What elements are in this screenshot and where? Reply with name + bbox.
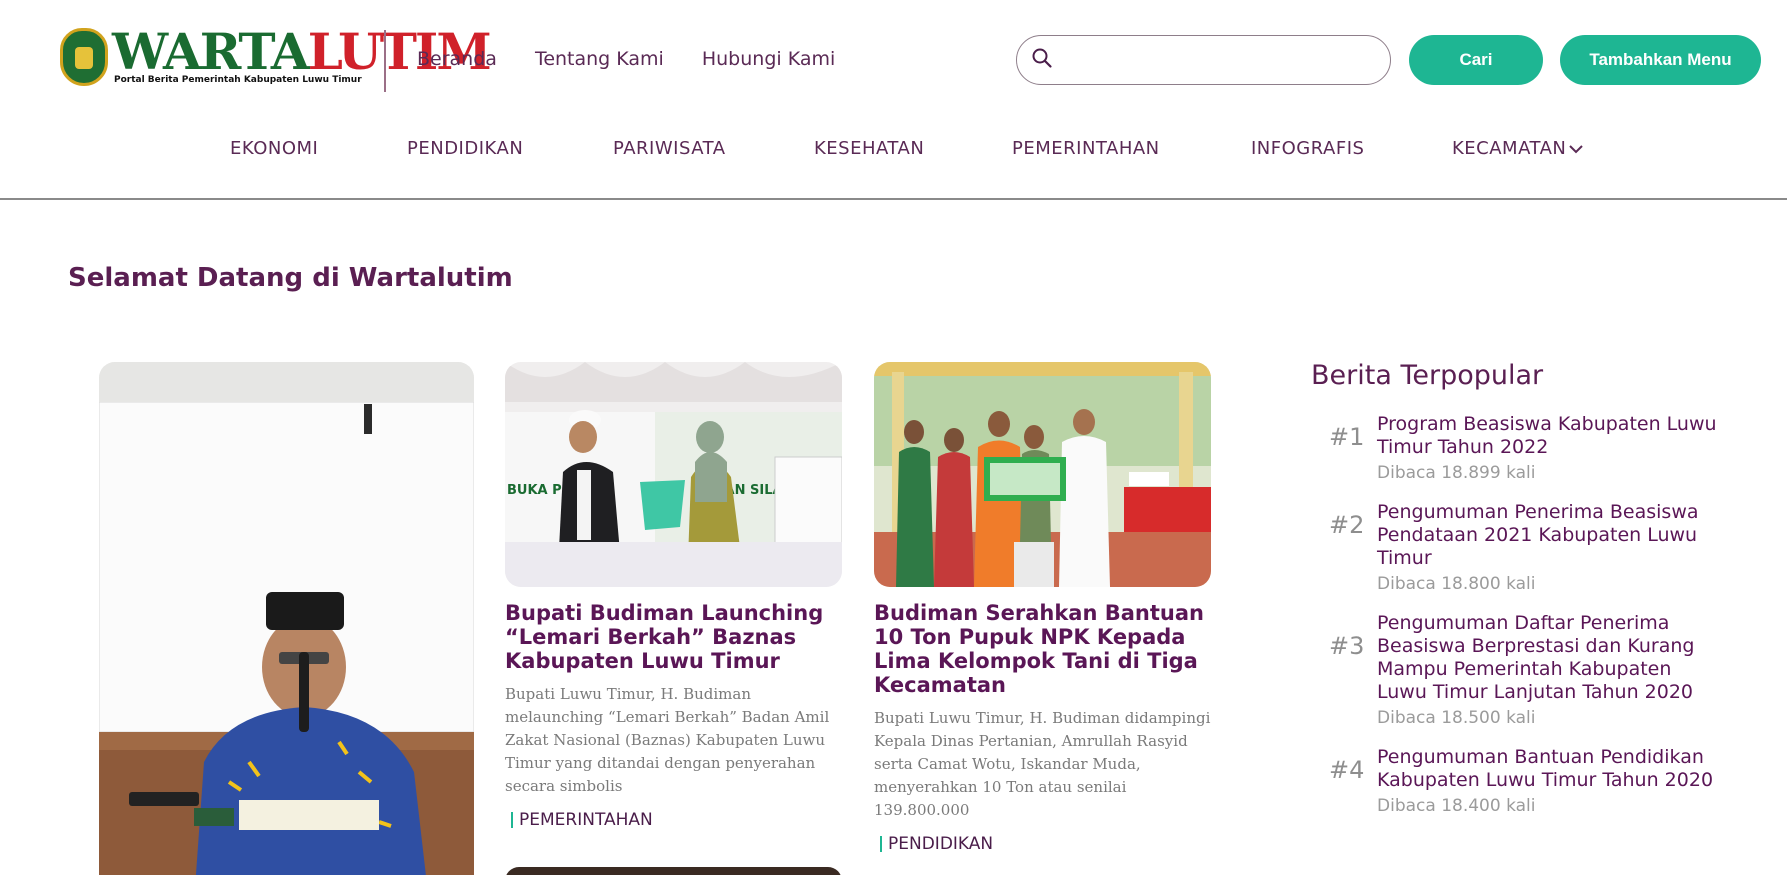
category-marker: [880, 836, 882, 852]
search-button[interactable]: Cari: [1409, 35, 1543, 85]
category-pemerintahan[interactable]: PEMERINTAHAN: [1012, 138, 1160, 159]
search-box: [1016, 35, 1391, 85]
category-label: PENDIDIKAN: [407, 138, 524, 159]
category-ekonomi[interactable]: EKONOMI: [230, 138, 318, 159]
article-excerpt: Bupati Luwu Timur, H. Budiman melaunchin…: [505, 685, 830, 795]
article-title[interactable]: Budiman Serahkan Bantuan 10 Ton Pupuk NP…: [874, 601, 1211, 697]
popular-rank: #3: [1329, 632, 1365, 660]
article-category-tag[interactable]: PEMERINTAHAN: [505, 810, 842, 830]
popular-item[interactable]: #2 Pengumuman Penerima Beasiswa Pendataa…: [1311, 501, 1721, 594]
popular-read-count: Dibaca 18.800 kali: [1377, 574, 1536, 594]
article-image[interactable]: BUKA PU CAN SILAT: [505, 362, 842, 587]
popular-rank: #4: [1329, 756, 1365, 784]
top-navigation: Beranda Tentang Kami Hubungi Kami: [417, 48, 835, 70]
search-icon: [1031, 47, 1053, 73]
category-label: KECAMATAN: [1452, 138, 1567, 159]
article-title[interactable]: Bupati Budiman Launching “Lemari Berkah”…: [505, 601, 842, 673]
category-pendidikan[interactable]: PENDIDIKAN: [407, 138, 523, 159]
category-label: EKONOMI: [230, 138, 319, 159]
article-category-label: PENDIDIKAN: [888, 834, 994, 854]
article-category-label: PEMERINTAHAN: [519, 810, 653, 830]
popular-title[interactable]: Pengumuman Bantuan Pendidikan Kabupaten …: [1377, 746, 1721, 792]
popular-title[interactable]: Pengumuman Penerima Beasiswa Pendataan 2…: [1377, 501, 1721, 570]
category-label: PEMERINTAHAN: [1012, 138, 1160, 159]
popular-heading: Berita Terpopular: [1311, 360, 1544, 391]
welcome-heading: Selamat Datang di Wartalutim: [68, 263, 513, 293]
article-image[interactable]: [874, 362, 1211, 587]
popular-title[interactable]: Program Beasiswa Kabupaten Luwu Timur Ta…: [1377, 413, 1721, 459]
category-kesehatan[interactable]: KESEHATAN: [814, 138, 924, 159]
popular-read-count: Dibaca 18.400 kali: [1377, 796, 1536, 816]
logo-title-part1: WARTA: [112, 22, 310, 81]
search-input[interactable]: [1063, 50, 1390, 70]
popular-item[interactable]: #3 Pengumuman Daftar Penerima Beasiswa B…: [1311, 612, 1721, 728]
nav-link-hubungi-kami[interactable]: Hubungi Kami: [702, 48, 835, 70]
nav-link-tentang-kami[interactable]: Tentang Kami: [535, 48, 664, 70]
popular-title[interactable]: Pengumuman Daftar Penerima Beasiswa Berp…: [1377, 612, 1721, 704]
regency-emblem-icon: [60, 28, 108, 86]
logo-tagline: Portal Berita Pemerintah Kabupaten Luwu …: [114, 75, 362, 85]
article-image-next[interactable]: [505, 867, 842, 875]
popular-rank: #1: [1329, 423, 1365, 451]
popular-item[interactable]: #4 Pengumuman Bantuan Pendidikan Kabupat…: [1311, 746, 1721, 816]
add-menu-button[interactable]: Tambahkan Menu: [1560, 35, 1761, 85]
category-marker: [511, 812, 513, 828]
popular-read-count: Dibaca 18.899 kali: [1377, 463, 1536, 483]
nav-link-beranda[interactable]: Beranda: [417, 48, 497, 70]
category-infografis[interactable]: INFOGRAFIS: [1251, 138, 1364, 159]
article-card[interactable]: BUKA PU CAN SILAT Bupati Budiman Launchi…: [505, 362, 842, 830]
featured-article-image[interactable]: [99, 362, 474, 875]
popular-news-section: Berita Terpopular #1 Program Beasiswa Ka…: [1311, 360, 1721, 816]
chevron-down-icon: [1568, 143, 1584, 155]
popular-item[interactable]: #1 Program Beasiswa Kabupaten Luwu Timur…: [1311, 413, 1721, 483]
article-category-tag[interactable]: PENDIDIKAN: [874, 834, 1211, 854]
category-label: PARIWISATA: [613, 138, 726, 159]
header-divider: [384, 30, 386, 92]
category-label: KESEHATAN: [814, 138, 925, 159]
popular-rank: #2: [1329, 511, 1365, 539]
category-pariwisata[interactable]: PARIWISATA: [613, 138, 726, 159]
article-card[interactable]: Budiman Serahkan Bantuan 10 Ton Pupuk NP…: [874, 362, 1211, 854]
site-header: WARTALUTIM Portal Berita Pemerintah Kabu…: [0, 0, 1787, 200]
popular-read-count: Dibaca 18.500 kali: [1377, 708, 1536, 728]
article-excerpt: Bupati Luwu Timur, H. Budiman didampingi…: [874, 709, 1211, 819]
category-label: INFOGRAFIS: [1251, 138, 1365, 159]
category-kecamatan[interactable]: KECAMATAN: [1452, 138, 1584, 159]
